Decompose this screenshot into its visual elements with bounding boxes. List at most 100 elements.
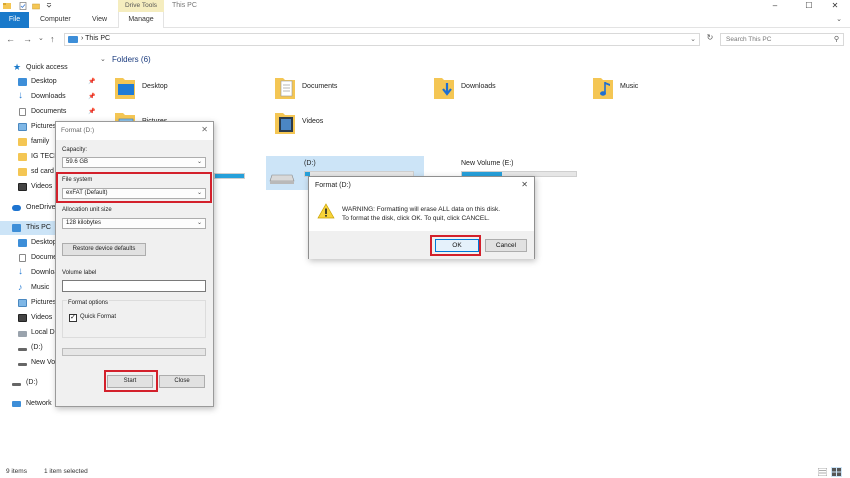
drive-tools-label: Drive Tools: [118, 0, 164, 12]
recent-locations-button[interactable]: ⌄: [38, 33, 44, 45]
drive-icon: [18, 363, 27, 366]
downloads-icon: ↓: [18, 90, 23, 101]
downloads-icon: ↓: [18, 266, 23, 277]
folder-music[interactable]: Music: [592, 74, 742, 102]
folder-icon: [18, 168, 27, 176]
videos-icon: [18, 314, 27, 322]
format-progress-bar: [62, 348, 206, 356]
chevron-down-icon: ⌄: [196, 220, 202, 226]
warning-icon: [317, 203, 335, 219]
volume-label-input[interactable]: [62, 280, 206, 292]
large-icons-view-icon[interactable]: [831, 467, 842, 477]
documents-icon: [19, 254, 26, 262]
tab-manage[interactable]: Manage: [118, 12, 164, 28]
chevron-down-icon: ⌄: [196, 190, 202, 196]
format-dialog-titlebar: Format (D:) ✕: [56, 122, 213, 140]
navigation-bar: ← → ⌄ ↑ › This PC ⌄ ↻ Search This PC ⚲: [0, 29, 850, 49]
star-icon: ★: [13, 62, 22, 72]
filesystem-select[interactable]: exFAT (Default) ⌄: [62, 188, 206, 199]
refresh-button[interactable]: ↻: [704, 33, 716, 46]
search-input[interactable]: Search This PC: [726, 36, 771, 43]
music-icon: ♪: [18, 282, 23, 292]
pictures-icon: [18, 299, 27, 307]
warning-close-icon[interactable]: ✕: [521, 180, 528, 189]
explorer-icon: [3, 3, 11, 9]
quick-format-checkbox[interactable]: ✓: [69, 314, 77, 322]
expand-ribbon-icon[interactable]: ⌄: [836, 15, 842, 23]
drive-usage-bar: [214, 173, 245, 179]
folder-icon: [18, 153, 27, 161]
onedrive-icon: [12, 205, 21, 211]
pc-icon: [12, 224, 21, 232]
start-button[interactable]: Start: [107, 375, 153, 388]
customize-quick-access-icon[interactable]: [45, 2, 53, 10]
format-warning-dialog: Format (D:) ✕ WARNING: Formatting will e…: [308, 176, 535, 259]
back-button[interactable]: ←: [6, 33, 15, 45]
forward-button[interactable]: →: [23, 33, 32, 45]
ok-button[interactable]: OK: [435, 239, 479, 252]
minimize-button[interactable]: –: [760, 0, 790, 12]
capacity-select[interactable]: 59.6 GB ⌄: [62, 157, 206, 168]
folders-group-header[interactable]: Folders (6): [112, 55, 151, 64]
pin-icon: 📌: [88, 94, 96, 100]
allocation-select[interactable]: 128 kilobytes ⌄: [62, 218, 206, 229]
search-box[interactable]: Search This PC ⚲: [720, 33, 844, 46]
warning-dialog-footer: OK Cancel: [309, 231, 534, 259]
up-button[interactable]: ↑: [50, 33, 55, 45]
documents-icon: [19, 108, 26, 116]
videos-folder-icon: [275, 113, 295, 134]
folder-icon: [18, 138, 27, 146]
properties-icon[interactable]: [19, 2, 27, 10]
restore-defaults-button[interactable]: Restore device defaults: [62, 243, 146, 256]
drive-icon: [12, 383, 21, 386]
search-icon: ⚲: [833, 36, 839, 43]
drive-local-disk[interactable]: [214, 158, 248, 198]
sidebar-item-documents[interactable]: Documents 📌: [0, 105, 97, 119]
capacity-label: Capacity:: [62, 147, 88, 153]
cancel-button[interactable]: Cancel: [485, 239, 527, 252]
address-bar[interactable]: › This PC ⌄: [64, 33, 700, 46]
folder-documents[interactable]: Documents: [274, 74, 424, 102]
pin-icon: 📌: [88, 109, 96, 115]
quick-format-label: Quick Format: [80, 314, 117, 320]
address-path: › This PC: [81, 35, 111, 42]
sidebar-item-quick-access[interactable]: ★ Quick access: [0, 61, 97, 75]
music-folder-icon: [593, 78, 613, 99]
status-bar: 9 items 1 item selected: [0, 466, 850, 478]
folder-videos[interactable]: Videos: [274, 109, 424, 137]
sidebar-item-desktop[interactable]: Desktop 📌: [0, 75, 97, 89]
title-bar: Drive Tools This PC – ☐ ✕: [0, 0, 850, 12]
details-view-icon[interactable]: [818, 468, 827, 476]
tab-view[interactable]: View: [92, 12, 107, 28]
format-dialog-title: Format (D:): [61, 127, 95, 134]
warning-dialog-title: Format (D:): [315, 182, 351, 189]
sidebar-item-downloads[interactable]: ↓ Downloads 📌: [0, 90, 97, 104]
downloads-folder-icon: [434, 78, 454, 99]
desktop-folder-icon: [115, 78, 135, 99]
tab-computer[interactable]: Computer: [40, 12, 71, 28]
selection-count: 1 item selected: [44, 468, 88, 475]
tab-file[interactable]: File: [0, 12, 29, 28]
drive-icon: [269, 174, 295, 184]
new-folder-icon[interactable]: [32, 2, 40, 10]
documents-folder-icon: [275, 78, 295, 99]
disk-icon: [18, 331, 27, 337]
allocation-label: Allocation unit size: [62, 207, 112, 213]
desktop-icon: [18, 78, 27, 86]
pin-icon: 📌: [88, 79, 96, 85]
videos-icon: [18, 183, 27, 191]
volume-label-label: Volume label: [62, 270, 97, 276]
close-dialog-button[interactable]: Close: [159, 375, 205, 388]
folder-desktop[interactable]: Desktop: [114, 74, 264, 102]
item-count: 9 items: [6, 468, 27, 475]
close-button[interactable]: ✕: [820, 0, 850, 12]
window-title: This PC: [172, 2, 197, 9]
chevron-down-icon[interactable]: ⌄: [100, 55, 106, 63]
pictures-icon: [18, 123, 27, 131]
folder-downloads[interactable]: Downloads: [433, 74, 583, 102]
address-dropdown-icon[interactable]: ⌄: [690, 35, 696, 43]
format-dialog-close-icon[interactable]: ✕: [201, 125, 208, 134]
this-pc-icon: [68, 36, 78, 43]
desktop-icon: [18, 239, 27, 247]
format-options-label: Format options: [67, 300, 110, 306]
